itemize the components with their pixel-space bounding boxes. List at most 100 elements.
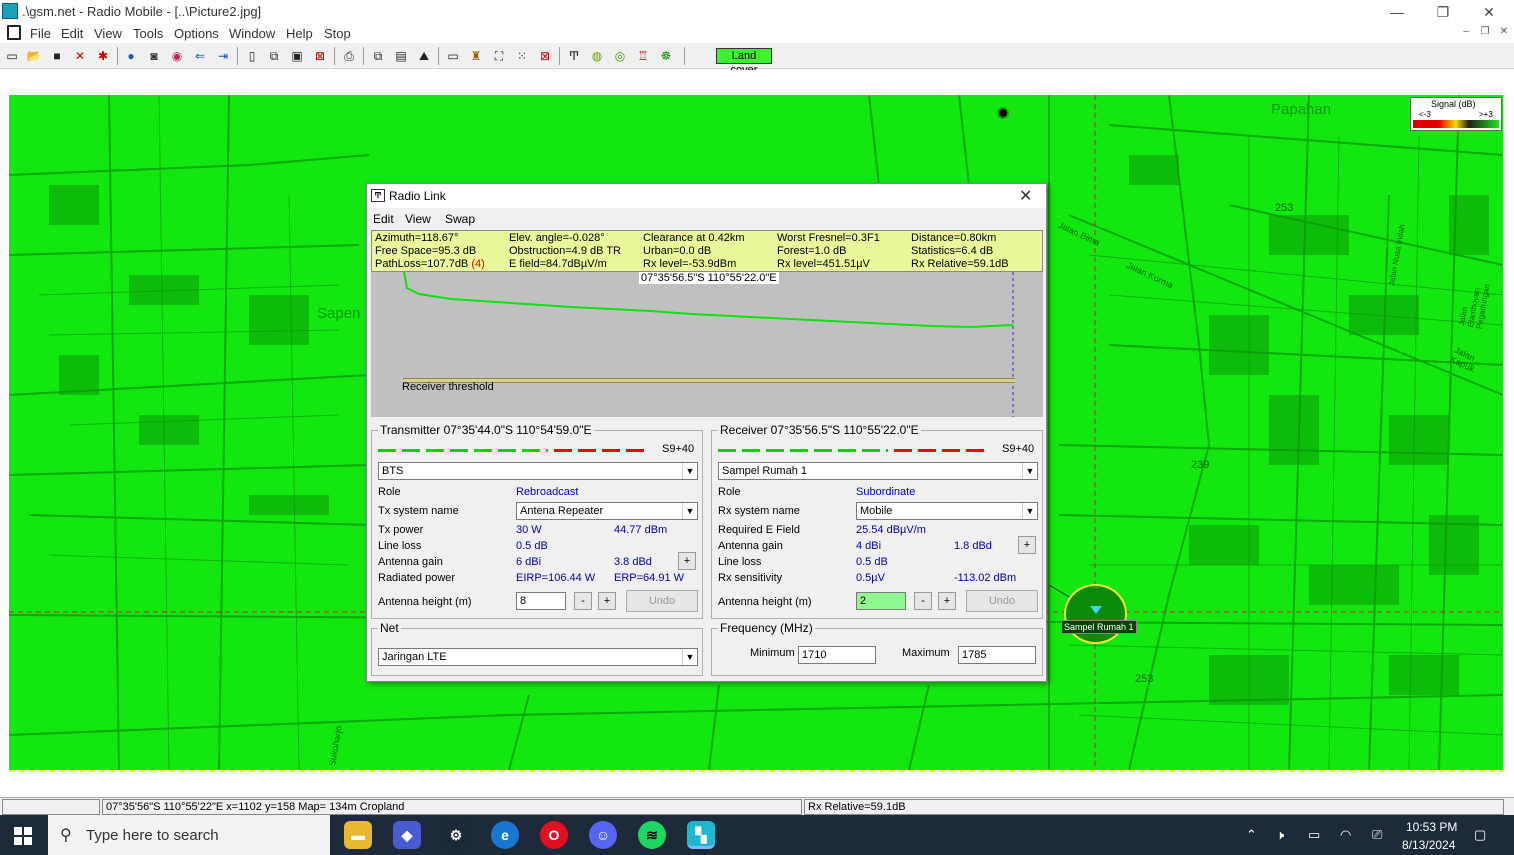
map-window-icon[interactable]: ▭ bbox=[444, 47, 462, 65]
taskbar: ⚲ Type here to search ▬ ◆ ⚙ e O ☺ ≋ ▚ ⌃ … bbox=[0, 815, 1514, 855]
rx-role-value: Subordinate bbox=[856, 486, 916, 498]
toolbar-separator bbox=[438, 47, 439, 65]
export-icon[interactable]: ⧉ bbox=[265, 47, 283, 65]
rx-gain-dbd: 1.8 dBd bbox=[954, 540, 992, 552]
close-button[interactable]: ✕ bbox=[1466, 2, 1512, 22]
tx-undo-button[interactable]: Undo bbox=[626, 590, 698, 612]
mdi-close-button[interactable]: ✕ bbox=[1497, 25, 1511, 39]
windows-start-icon[interactable] bbox=[14, 827, 32, 845]
polar-coverage-icon[interactable]: ◍ bbox=[588, 47, 606, 65]
dialog-title-bar[interactable]: Ͳ Radio Link ✕ bbox=[367, 184, 1046, 208]
menu-options[interactable]: Options bbox=[174, 26, 219, 41]
select-area-icon[interactable]: ⁙ bbox=[513, 47, 531, 65]
world-map-icon[interactable]: ● bbox=[122, 47, 140, 65]
menu-window[interactable]: Window bbox=[229, 26, 275, 41]
document-icon[interactable] bbox=[7, 25, 21, 40]
maximize-button[interactable]: ❐ bbox=[1420, 2, 1466, 22]
chevron-up-icon[interactable]: ⌃ bbox=[1246, 827, 1257, 843]
crop-icon[interactable]: ⊠ bbox=[536, 47, 554, 65]
clock-time[interactable]: 10:53 PM bbox=[1406, 820, 1457, 834]
tx-height-minus-button[interactable]: - bbox=[574, 592, 592, 610]
open-folder-icon[interactable]: 📂 bbox=[25, 47, 43, 65]
rx-unit-select[interactable]: Sampel Rumah 1 ▼ bbox=[718, 462, 1038, 480]
tx-height-plus-button[interactable]: + bbox=[598, 592, 616, 610]
dialog-menu-edit[interactable]: Edit bbox=[373, 212, 394, 226]
interference-icon[interactable]: ☸ bbox=[657, 47, 675, 65]
frequency-max-input[interactable]: 1785 bbox=[958, 646, 1036, 664]
paste-icon[interactable]: ▤ bbox=[392, 47, 410, 65]
spotify-icon[interactable]: ≋ bbox=[638, 821, 666, 849]
tx-unit-select[interactable]: BTS ▼ bbox=[378, 462, 698, 480]
mdi-restore-button[interactable]: ❐ bbox=[1478, 25, 1492, 39]
rx-undo-button[interactable]: Undo bbox=[966, 590, 1038, 612]
info-obstruction: Obstruction=4.9 dB TR bbox=[509, 245, 621, 257]
info-rx-level-dbm: Rx level=-53.9dBm bbox=[643, 258, 737, 270]
tx-line-loss-label: Line loss bbox=[378, 540, 422, 552]
new-icon[interactable]: ▭ bbox=[3, 47, 21, 65]
steam-icon[interactable]: ⚙ bbox=[442, 821, 470, 849]
elevation-icon[interactable]: ⛰ bbox=[415, 47, 433, 65]
transmitter-group-label: Transmitter 07°35'44.0"S 110°54'59.0"E bbox=[378, 423, 594, 437]
wifi-icon[interactable]: ◠ bbox=[1340, 827, 1351, 843]
speaker-muted-icon[interactable]: 🕨 bbox=[1276, 827, 1284, 843]
menu-edit[interactable]: Edit bbox=[61, 26, 83, 41]
file-explorer-icon[interactable]: ▬ bbox=[344, 821, 372, 849]
battery-icon[interactable]: ▭ bbox=[1308, 827, 1320, 843]
radio-mobile-app: .\gsm.net - Radio Mobile - [..\Picture2.… bbox=[0, 0, 1514, 855]
radio-mobile-taskbar-icon[interactable]: ▚ bbox=[687, 821, 715, 849]
dialog-menu-swap[interactable]: Swap bbox=[445, 212, 475, 226]
visual-studio-icon[interactable]: ◆ bbox=[393, 821, 421, 849]
menu-help[interactable]: Help bbox=[286, 26, 313, 41]
copy-picture-icon[interactable]: ▣ bbox=[288, 47, 306, 65]
rx-height-minus-button[interactable]: - bbox=[914, 592, 932, 610]
mdi-minimize-button[interactable]: – bbox=[1459, 25, 1473, 39]
network-properties-icon[interactable]: ✕ bbox=[71, 47, 89, 65]
rx-height-plus-button[interactable]: + bbox=[938, 592, 956, 610]
rx-system-select[interactable]: Mobile ▼ bbox=[856, 502, 1038, 520]
map-label-km253-south: 253 bbox=[1135, 673, 1154, 685]
tx-system-select[interactable]: Antena Repeater ▼ bbox=[516, 502, 698, 520]
print-icon[interactable]: ⎙ bbox=[340, 47, 358, 65]
land-cover-button[interactable]: Land cover bbox=[716, 48, 772, 76]
menu-stop[interactable]: Stop bbox=[324, 26, 351, 41]
tx-gain-plus-button[interactable]: + bbox=[678, 552, 696, 570]
copy-icon[interactable]: ⧉ bbox=[369, 47, 387, 65]
map-properties-icon[interactable]: ◙ bbox=[145, 47, 163, 65]
save-icon[interactable]: ■ bbox=[48, 47, 66, 65]
zoom-icon[interactable]: ⛶ bbox=[490, 47, 508, 65]
find-best-site-icon[interactable]: ♜ bbox=[467, 47, 485, 65]
link-profile[interactable]: 07°35'56.5"S 110°55'22.0"E Receiver thre… bbox=[371, 272, 1043, 417]
arrow-left-icon[interactable]: ⇐ bbox=[191, 47, 209, 65]
menu-tools[interactable]: Tools bbox=[133, 26, 163, 41]
menu-view[interactable]: View bbox=[94, 26, 122, 41]
rx-height-input[interactable]: 2 bbox=[856, 592, 906, 610]
app-icon[interactable] bbox=[2, 3, 18, 19]
rx-gain-plus-button[interactable]: + bbox=[1018, 536, 1036, 554]
rx-site-marker[interactable] bbox=[1064, 584, 1127, 644]
opera-icon[interactable]: O bbox=[540, 821, 568, 849]
edge-icon[interactable]: e bbox=[491, 821, 519, 849]
unit-properties-icon[interactable]: ✱ bbox=[94, 47, 112, 65]
window-title: .\gsm.net - Radio Mobile - [..\Picture2.… bbox=[22, 4, 262, 19]
clock-date[interactable]: 8/13/2024 bbox=[1402, 838, 1455, 852]
menu-file[interactable]: File bbox=[30, 26, 51, 41]
minimize-button[interactable]: — bbox=[1374, 2, 1420, 22]
meet-now-icon[interactable]: ⎚ bbox=[1372, 827, 1382, 843]
route-coverage-icon[interactable]: ♖ bbox=[634, 47, 652, 65]
net-select[interactable]: Jaringan LTE ▼ bbox=[378, 648, 698, 666]
arrow-right-icon[interactable]: ⇥ bbox=[214, 47, 232, 65]
toolbar-separator bbox=[117, 47, 118, 65]
notification-icon[interactable]: ▢ bbox=[1474, 827, 1486, 843]
delete-picture-icon[interactable]: ⊠ bbox=[311, 47, 329, 65]
merge-pictures-icon[interactable]: ◉ bbox=[168, 47, 186, 65]
taskbar-search-box[interactable]: ⚲ Type here to search bbox=[48, 815, 330, 855]
cartesian-coverage-icon[interactable]: ◎ bbox=[611, 47, 629, 65]
dialog-close-icon[interactable]: ✕ bbox=[1019, 186, 1032, 206]
frequency-min-label: Minimum bbox=[750, 647, 795, 659]
discord-icon[interactable]: ☺ bbox=[589, 821, 617, 849]
dialog-menu-view[interactable]: View bbox=[405, 212, 431, 226]
tx-height-input[interactable]: 8 bbox=[516, 592, 566, 610]
window-icon[interactable]: ▯ bbox=[243, 47, 261, 65]
frequency-min-input[interactable]: 1710 bbox=[798, 646, 876, 664]
radio-link-icon[interactable]: Ͳ bbox=[565, 47, 583, 65]
